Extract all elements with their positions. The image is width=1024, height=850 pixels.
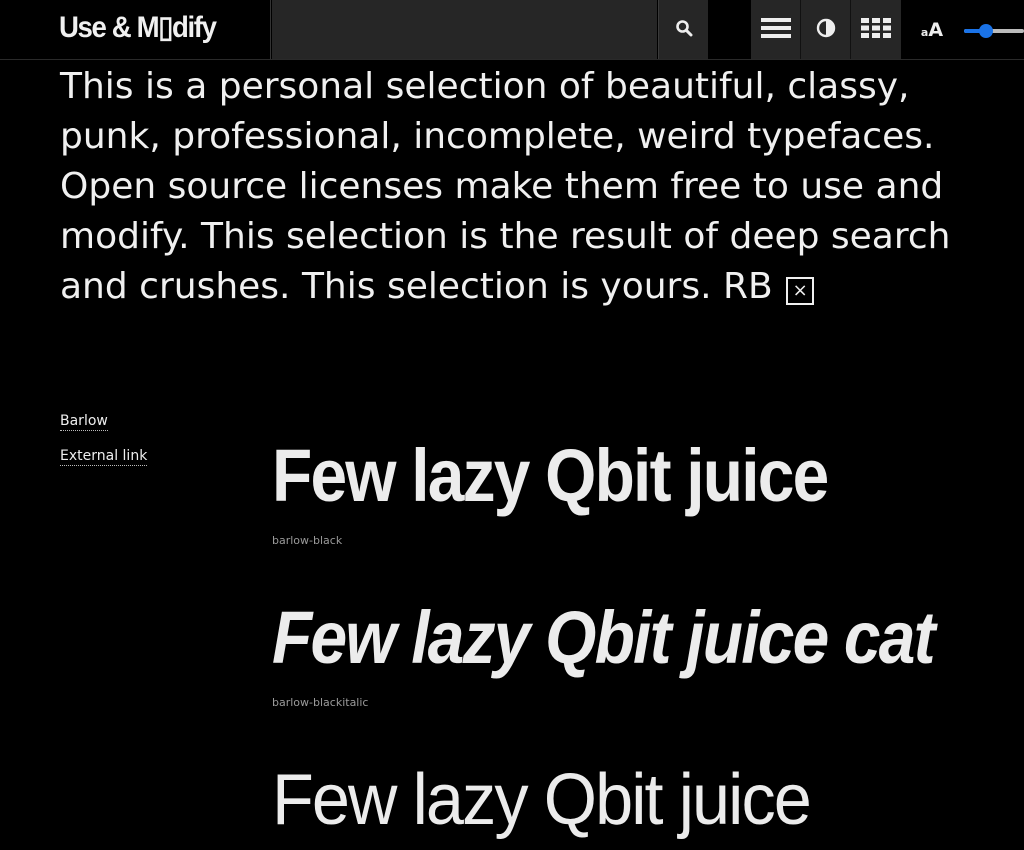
intro-text: This is a personal selection of beautifu…: [60, 62, 960, 312]
grid-view-icon: [861, 17, 891, 42]
site-logo[interactable]: Use & M▯dify: [59, 10, 217, 45]
search-button[interactable]: [658, 0, 708, 59]
specimen-text: Few lazy Qbit juice cat: [272, 596, 936, 679]
specimen-thin: Few lazy Qbit juice: [272, 750, 958, 850]
specimen-black: Few lazy Qbit juice barlow-black: [272, 426, 958, 588]
specimen-text: Few lazy Qbit juice: [272, 434, 829, 517]
font-name-link[interactable]: Barlow: [60, 412, 108, 431]
search-input[interactable]: [272, 0, 657, 59]
slider-thumb[interactable]: [979, 24, 994, 38]
top-bar: Use & M▯dify aA: [0, 0, 1024, 60]
font-size-slider[interactable]: [964, 24, 1024, 38]
specimen-label: barlow-black: [272, 534, 343, 547]
specimen-list: Few lazy Qbit juice barlow-black Few laz…: [272, 426, 958, 850]
contrast-toggle-button[interactable]: [801, 0, 851, 59]
specimen-blackitalic: Few lazy Qbit juice cat barlow-blackital…: [272, 588, 958, 750]
list-view-icon: [760, 17, 791, 42]
intro-paragraph: This is a personal selection of beautifu…: [60, 66, 951, 307]
specimen-label: barlow-blackitalic: [272, 696, 369, 709]
external-link[interactable]: External link: [60, 447, 148, 466]
contrast-icon: [816, 18, 836, 42]
search-icon: [675, 19, 693, 41]
text-size-control: aA: [910, 0, 954, 59]
grid-view-button[interactable]: [851, 0, 901, 59]
text-size-icon: aA: [920, 18, 944, 41]
brand: Use & M▯dify: [0, 0, 271, 59]
font-sidebar: Barlow External link: [60, 412, 148, 482]
specimen-text: Few lazy Qbit juice: [272, 760, 812, 840]
close-intro-button[interactable]: ×: [786, 277, 815, 305]
list-view-button[interactable]: [751, 0, 801, 59]
